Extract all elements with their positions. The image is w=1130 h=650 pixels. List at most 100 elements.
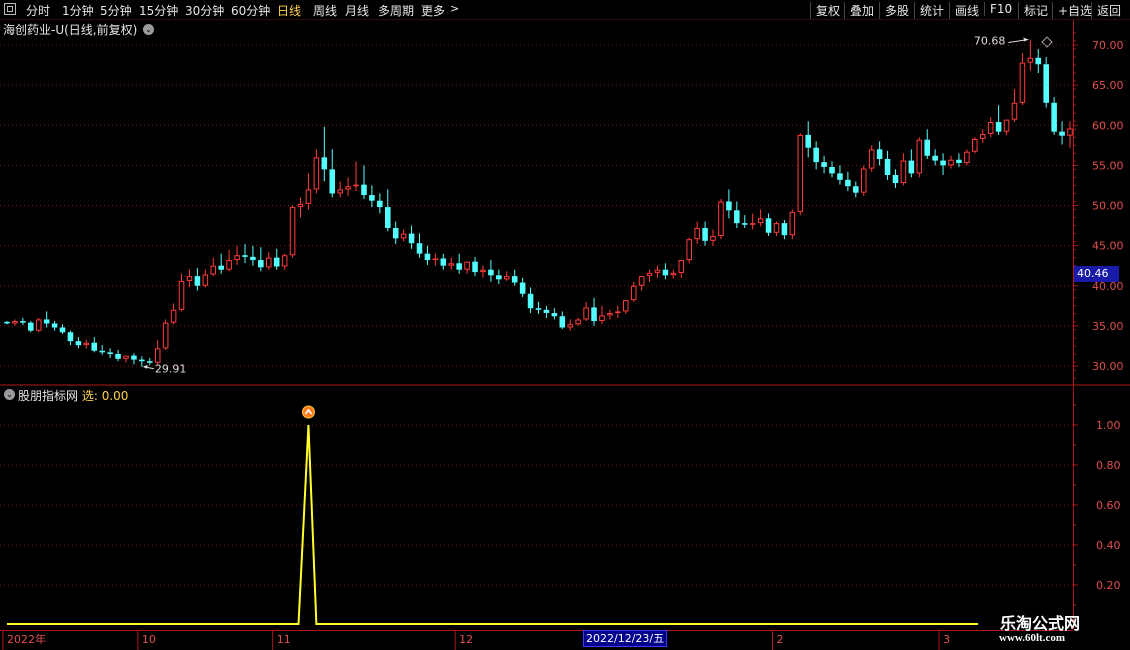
candle-body-down bbox=[361, 184, 367, 196]
candle-body-down bbox=[519, 282, 526, 294]
date-label: 3 bbox=[943, 633, 950, 646]
candle-body-down bbox=[369, 195, 375, 201]
candle-body-down bbox=[377, 200, 383, 208]
indicator-label: 选: bbox=[81, 389, 98, 403]
candle-body-up bbox=[1027, 57, 1034, 63]
price-tick-label: 70.00 bbox=[1092, 39, 1124, 52]
candle-body-down bbox=[99, 350, 105, 353]
candle-body-up bbox=[860, 168, 867, 193]
candle-body-down bbox=[908, 160, 915, 174]
candle-body-up bbox=[123, 355, 129, 359]
candle-body-down bbox=[876, 149, 883, 159]
candle-body-up bbox=[670, 272, 677, 276]
candle-body-up bbox=[615, 311, 621, 314]
candle-body-down bbox=[4, 321, 10, 324]
candle-body-down bbox=[734, 210, 740, 224]
date-label: 12 bbox=[459, 633, 473, 646]
candle-body-up bbox=[210, 265, 217, 275]
candle-body-down bbox=[67, 332, 74, 342]
candle-body-down bbox=[813, 147, 819, 163]
candle-body-up bbox=[83, 342, 90, 346]
candle-body-up bbox=[226, 260, 232, 270]
watermark-url: www.60lt.com bbox=[999, 632, 1065, 644]
indicator-tick-label: 0.20 bbox=[1096, 579, 1121, 592]
candle-body-down bbox=[488, 269, 494, 276]
candle-body-up bbox=[686, 239, 693, 261]
candle-body-up bbox=[678, 260, 685, 273]
candle-body-up bbox=[234, 255, 240, 261]
candle-body-up bbox=[345, 186, 351, 190]
candle-body-up bbox=[987, 122, 994, 135]
candle-body-up bbox=[170, 309, 177, 323]
candle-body-down bbox=[829, 166, 835, 174]
candle-body-down bbox=[853, 186, 859, 193]
candle-body-down bbox=[416, 243, 423, 254]
candle-body-down bbox=[392, 227, 399, 239]
candle-body-up bbox=[622, 300, 629, 312]
candle-body-up bbox=[1011, 102, 1018, 120]
candle-body-down bbox=[741, 223, 748, 225]
indicator-title: 股朋指标网 选: 0.00 bbox=[18, 387, 128, 404]
candle-body-up bbox=[448, 263, 455, 266]
candle-body-up bbox=[583, 307, 589, 320]
candle-body-up bbox=[646, 272, 653, 277]
candle-body-up bbox=[313, 157, 320, 190]
candle-body-down bbox=[250, 256, 256, 261]
candle-body-down bbox=[472, 261, 478, 273]
candle-body-down bbox=[218, 265, 224, 270]
date-label: 11 bbox=[277, 633, 291, 646]
candle-body-down bbox=[139, 359, 145, 362]
candle-body-down bbox=[956, 159, 962, 163]
candle-body-down bbox=[424, 253, 431, 261]
candle-body-down bbox=[384, 207, 391, 228]
candle-body-up bbox=[964, 151, 970, 163]
candle-body-down bbox=[765, 218, 772, 233]
candle-body-down bbox=[1059, 131, 1065, 136]
candle-body-down bbox=[535, 308, 542, 310]
candle-body-down bbox=[496, 275, 502, 280]
candle-body-down bbox=[821, 162, 827, 167]
candle-body-up bbox=[289, 207, 296, 256]
candle-body-down bbox=[242, 255, 248, 257]
candle-body-up bbox=[916, 139, 923, 174]
candle-body-up bbox=[12, 321, 18, 324]
candle-body-up bbox=[400, 233, 407, 239]
candle-body-down bbox=[543, 309, 550, 314]
candle-body-up bbox=[630, 285, 637, 301]
candle-body-down bbox=[591, 307, 597, 322]
indicator-dropdown-icon[interactable]: ⌄ bbox=[4, 389, 15, 400]
candle-body-up bbox=[868, 149, 875, 169]
candle-body-up bbox=[710, 235, 716, 241]
candle-body-up bbox=[305, 189, 312, 204]
watermark-title: 乐淘公式网 bbox=[1000, 616, 1081, 633]
indicator-tick-label: 0.60 bbox=[1096, 499, 1121, 512]
price-tick-label: 65.00 bbox=[1092, 79, 1124, 92]
candle-body-down bbox=[20, 321, 26, 323]
candle-body-down bbox=[43, 319, 50, 324]
candle-body-down bbox=[924, 139, 930, 156]
candle-body-up bbox=[797, 134, 804, 212]
candle-body-up bbox=[1019, 62, 1026, 103]
candle-body-down bbox=[59, 327, 66, 333]
candle-body-down bbox=[1043, 64, 1049, 103]
candle-body-up bbox=[789, 211, 796, 236]
candle-body-down bbox=[258, 260, 264, 268]
candle-body-down bbox=[662, 269, 669, 276]
indicator-tick-label: 0.80 bbox=[1096, 459, 1121, 472]
low-marker-arrow bbox=[142, 364, 148, 369]
candle-body-down bbox=[456, 263, 462, 270]
candle-body-up bbox=[35, 319, 42, 331]
candle-body-up bbox=[979, 134, 986, 139]
candle-body-up bbox=[567, 324, 574, 328]
candle-body-up bbox=[948, 159, 954, 166]
candle-body-down bbox=[91, 342, 98, 351]
candle-body-up bbox=[464, 261, 470, 270]
candle-body-down bbox=[107, 352, 113, 354]
candle-body-up bbox=[1067, 128, 1073, 136]
candle-body-up bbox=[480, 269, 486, 273]
candle-body-down bbox=[781, 223, 788, 236]
candle-body-down bbox=[28, 322, 34, 331]
candle-body-up bbox=[575, 319, 581, 325]
candle-body-up bbox=[337, 189, 343, 194]
candle-body-down bbox=[837, 173, 843, 180]
